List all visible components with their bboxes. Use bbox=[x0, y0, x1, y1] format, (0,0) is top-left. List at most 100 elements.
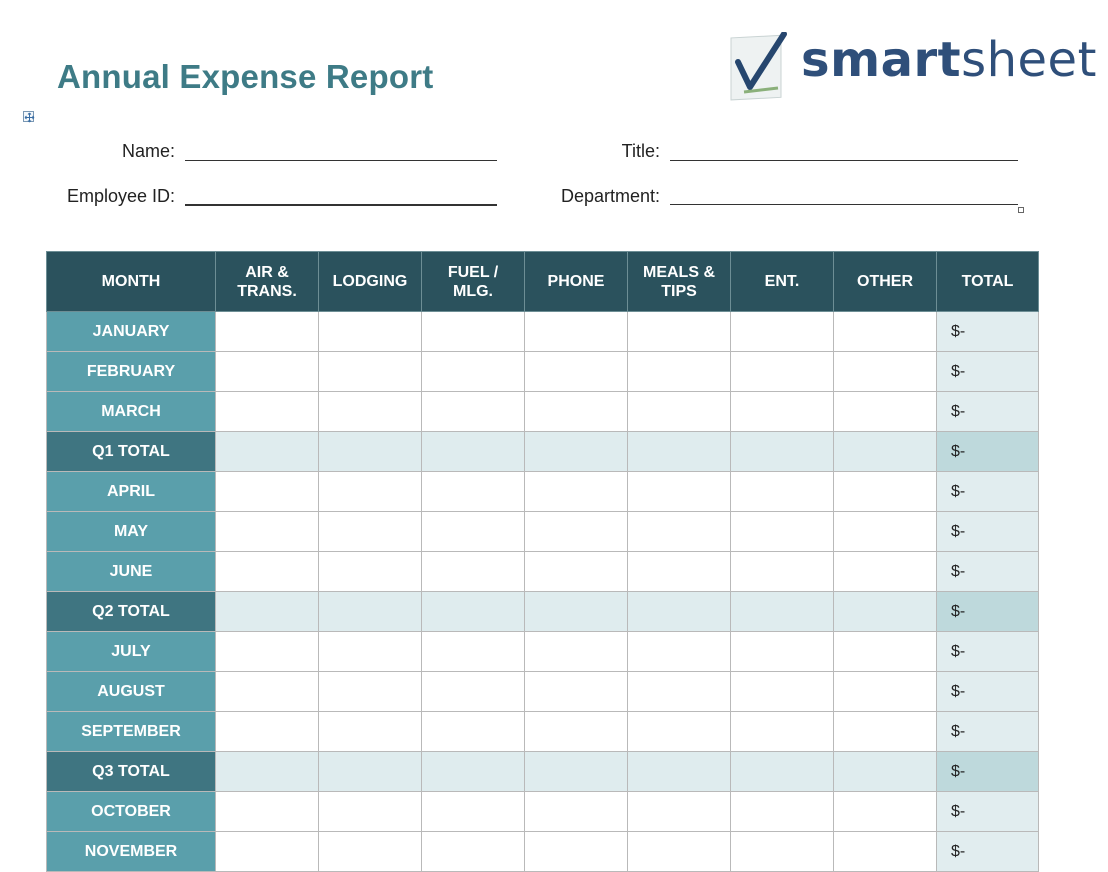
expense-cell[interactable] bbox=[833, 311, 937, 352]
expense-cell[interactable] bbox=[421, 471, 525, 512]
expense-cell[interactable] bbox=[421, 551, 525, 592]
expense-cell[interactable] bbox=[318, 631, 422, 672]
expense-cell[interactable] bbox=[730, 391, 834, 432]
expense-cell[interactable] bbox=[833, 631, 937, 672]
expense-cell[interactable] bbox=[627, 791, 731, 832]
expense-cell[interactable] bbox=[627, 671, 731, 712]
expense-cell[interactable] bbox=[215, 711, 319, 752]
expense-cell[interactable] bbox=[318, 311, 422, 352]
expense-cell[interactable] bbox=[318, 391, 422, 432]
expense-cell[interactable] bbox=[215, 311, 319, 352]
expense-cell[interactable] bbox=[730, 551, 834, 592]
expense-cell[interactable] bbox=[730, 591, 834, 632]
expense-cell[interactable] bbox=[318, 431, 422, 472]
expense-cell[interactable] bbox=[318, 511, 422, 552]
expense-cell[interactable] bbox=[524, 591, 628, 632]
expense-cell[interactable] bbox=[215, 751, 319, 792]
expense-cell[interactable] bbox=[833, 391, 937, 432]
expense-cell[interactable] bbox=[627, 591, 731, 632]
expense-cell[interactable] bbox=[215, 831, 319, 872]
expense-cell[interactable] bbox=[318, 831, 422, 872]
expense-cell[interactable] bbox=[318, 711, 422, 752]
expense-cell[interactable] bbox=[627, 831, 731, 872]
expense-cell[interactable] bbox=[627, 631, 731, 672]
expense-cell[interactable] bbox=[318, 471, 422, 512]
expense-cell[interactable] bbox=[627, 751, 731, 792]
expense-cell[interactable] bbox=[627, 351, 731, 392]
expense-cell[interactable] bbox=[524, 311, 628, 352]
expense-cell[interactable] bbox=[215, 431, 319, 472]
expense-cell[interactable] bbox=[730, 671, 834, 712]
expense-cell[interactable] bbox=[833, 471, 937, 512]
expense-cell[interactable] bbox=[318, 351, 422, 392]
expense-cell[interactable] bbox=[833, 751, 937, 792]
expense-cell[interactable] bbox=[524, 391, 628, 432]
expense-cell[interactable] bbox=[730, 471, 834, 512]
expense-cell[interactable] bbox=[524, 431, 628, 472]
expense-cell[interactable] bbox=[524, 471, 628, 512]
expense-cell[interactable] bbox=[421, 311, 525, 352]
resize-handle-icon[interactable] bbox=[1018, 207, 1024, 213]
expense-cell[interactable] bbox=[730, 791, 834, 832]
expense-cell[interactable] bbox=[318, 551, 422, 592]
expense-cell[interactable] bbox=[215, 551, 319, 592]
title-field[interactable] bbox=[670, 160, 1018, 161]
expense-cell[interactable] bbox=[833, 591, 937, 632]
expense-cell[interactable] bbox=[215, 671, 319, 712]
expense-cell[interactable] bbox=[524, 751, 628, 792]
expense-cell[interactable] bbox=[215, 351, 319, 392]
expense-cell[interactable] bbox=[524, 551, 628, 592]
expense-cell[interactable] bbox=[730, 631, 834, 672]
expense-cell[interactable] bbox=[627, 551, 731, 592]
expense-cell[interactable] bbox=[833, 351, 937, 392]
expense-cell[interactable] bbox=[833, 551, 937, 592]
expense-cell[interactable] bbox=[524, 711, 628, 752]
expense-cell[interactable] bbox=[730, 511, 834, 552]
expense-cell[interactable] bbox=[833, 431, 937, 472]
expense-cell[interactable] bbox=[421, 431, 525, 472]
expense-cell[interactable] bbox=[524, 511, 628, 552]
expense-cell[interactable] bbox=[627, 431, 731, 472]
expense-cell[interactable] bbox=[215, 631, 319, 672]
expense-cell[interactable] bbox=[627, 471, 731, 512]
expense-cell[interactable] bbox=[524, 671, 628, 712]
expense-cell[interactable] bbox=[421, 671, 525, 712]
expense-cell[interactable] bbox=[215, 391, 319, 432]
expense-cell[interactable] bbox=[318, 671, 422, 712]
expense-cell[interactable] bbox=[421, 591, 525, 632]
expense-cell[interactable] bbox=[833, 831, 937, 872]
expense-cell[interactable] bbox=[318, 591, 422, 632]
employee-id-field[interactable] bbox=[185, 204, 497, 206]
expense-cell[interactable] bbox=[627, 511, 731, 552]
expense-cell[interactable] bbox=[421, 351, 525, 392]
expense-cell[interactable] bbox=[524, 791, 628, 832]
expense-cell[interactable] bbox=[421, 391, 525, 432]
expense-cell[interactable] bbox=[833, 711, 937, 752]
expense-cell[interactable] bbox=[421, 631, 525, 672]
expense-cell[interactable] bbox=[524, 631, 628, 672]
expense-cell[interactable] bbox=[833, 671, 937, 712]
expense-cell[interactable] bbox=[833, 791, 937, 832]
expense-cell[interactable] bbox=[215, 591, 319, 632]
expense-cell[interactable] bbox=[730, 431, 834, 472]
expense-cell[interactable] bbox=[421, 751, 525, 792]
table-move-handle-icon[interactable] bbox=[23, 111, 35, 123]
expense-cell[interactable] bbox=[215, 791, 319, 832]
expense-cell[interactable] bbox=[627, 311, 731, 352]
expense-cell[interactable] bbox=[730, 711, 834, 752]
expense-cell[interactable] bbox=[730, 831, 834, 872]
expense-cell[interactable] bbox=[215, 471, 319, 512]
expense-cell[interactable] bbox=[627, 711, 731, 752]
expense-cell[interactable] bbox=[421, 831, 525, 872]
expense-cell[interactable] bbox=[730, 751, 834, 792]
expense-cell[interactable] bbox=[524, 831, 628, 872]
department-field[interactable] bbox=[670, 204, 1018, 205]
expense-cell[interactable] bbox=[318, 751, 422, 792]
expense-cell[interactable] bbox=[318, 791, 422, 832]
expense-cell[interactable] bbox=[421, 711, 525, 752]
expense-cell[interactable] bbox=[730, 351, 834, 392]
expense-cell[interactable] bbox=[627, 391, 731, 432]
expense-cell[interactable] bbox=[215, 511, 319, 552]
expense-cell[interactable] bbox=[730, 311, 834, 352]
expense-cell[interactable] bbox=[524, 351, 628, 392]
